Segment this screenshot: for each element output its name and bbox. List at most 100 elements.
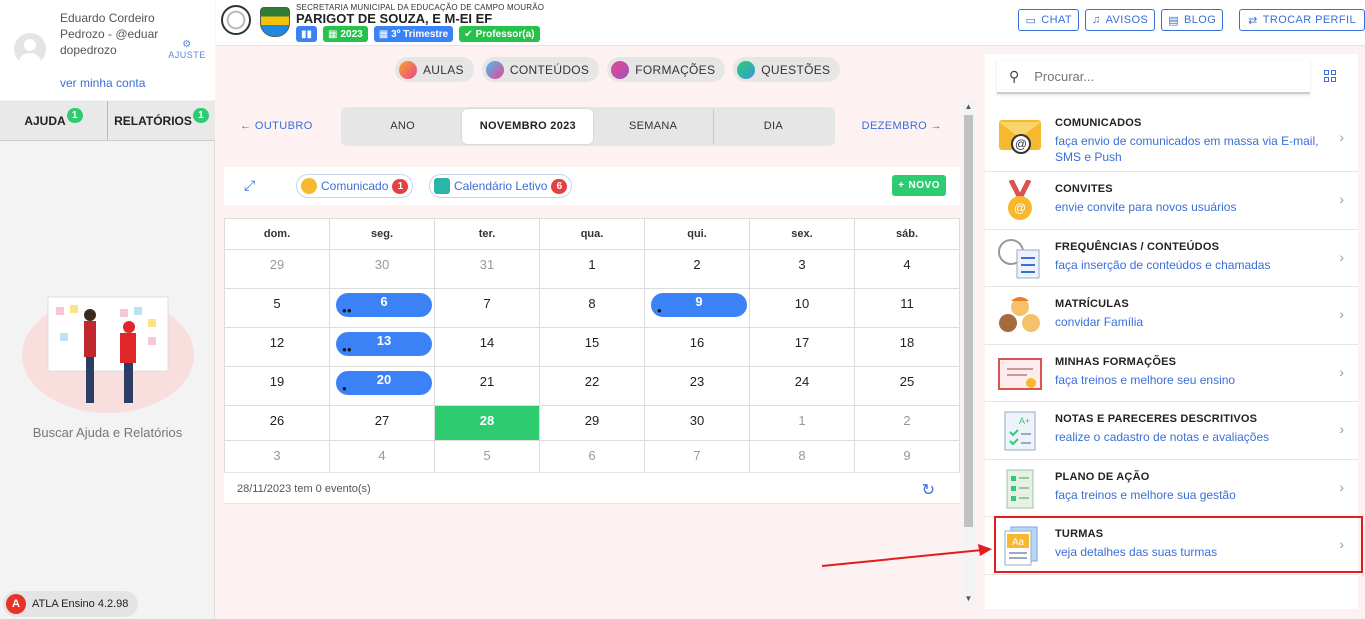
- menu-item-frequencias[interactable]: FREQUÊNCIAS / CONTEÚDOS faça inserção de…: [985, 230, 1358, 287]
- avisos-button[interactable]: ♫ AVISOS: [1084, 9, 1156, 31]
- day-number: 9: [695, 294, 703, 309]
- chevron-right-icon: ›: [1339, 248, 1344, 265]
- menu-item-title: COMUNICADOS: [1055, 117, 1142, 129]
- day-cell[interactable]: 10: [749, 288, 855, 328]
- today-cell[interactable]: 28: [434, 405, 540, 441]
- day-cell[interactable]: 4: [854, 249, 960, 289]
- expand-icon[interactable]: ⤢: [244, 177, 260, 193]
- menu-item-notas[interactable]: A+ NOTAS E PARECERES DESCRITIVOS realize…: [985, 402, 1358, 460]
- menu-item-plano-acao[interactable]: PLANO DE AÇÃO faça treinos e melhore sua…: [985, 460, 1358, 517]
- view-semana[interactable]: SEMANA: [593, 109, 712, 144]
- certificate-icon: [998, 357, 1042, 390]
- day-cell[interactable]: 29: [224, 249, 330, 289]
- role-badge[interactable]: ✔ Professor(a): [459, 26, 540, 42]
- view-dia[interactable]: DIA: [712, 109, 833, 144]
- term-badge[interactable]: ▦ 3º Trimestre: [373, 26, 454, 42]
- settings-button[interactable]: ⚙ AJUSTE: [165, 40, 209, 61]
- day-cell-event[interactable]: 20 ●: [329, 366, 435, 406]
- avatar[interactable]: [14, 33, 46, 65]
- day-cell[interactable]: 17: [749, 327, 855, 367]
- day-cell[interactable]: 8: [749, 440, 855, 475]
- pill-aulas[interactable]: AULAS: [395, 57, 474, 82]
- day-cell[interactable]: 8: [539, 288, 645, 328]
- grid-view-icon[interactable]: [1324, 70, 1336, 82]
- search-input[interactable]: [1034, 68, 1275, 84]
- day-cell[interactable]: 3: [224, 440, 330, 475]
- day-cell[interactable]: 31: [434, 249, 540, 289]
- week-row: 12 13 ●● 14 15 16 17 18: [224, 327, 960, 367]
- tab-relatorios[interactable]: RELATÓRIOS 1: [107, 101, 215, 140]
- menu-item-comunicados[interactable]: @ COMUNICADOS faça envio de comunicados …: [985, 106, 1358, 172]
- day-cell[interactable]: 21: [434, 366, 540, 406]
- trocar-perfil-button[interactable]: ⇄ TROCAR PERFIL: [1239, 9, 1365, 31]
- day-cell[interactable]: 25: [854, 366, 960, 406]
- event-day[interactable]: 20 ●: [336, 371, 432, 395]
- pill-formacoes[interactable]: FORMAÇÕES: [607, 57, 726, 82]
- day-cell[interactable]: 19: [224, 366, 330, 406]
- day-cell[interactable]: 29: [539, 405, 645, 441]
- day-cell[interactable]: 26: [224, 405, 330, 441]
- help-text: Buscar Ajuda e Relatórios: [32, 425, 183, 440]
- scroll-up-icon[interactable]: ▲: [964, 102, 973, 111]
- day-cell[interactable]: 6: [539, 440, 645, 475]
- day-cell-event[interactable]: 13 ●●: [329, 327, 435, 367]
- chat-button[interactable]: ▭ CHAT: [1018, 9, 1079, 31]
- day-cell[interactable]: 27: [329, 405, 435, 441]
- year-badge[interactable]: ▦ 2023: [323, 26, 368, 42]
- day-cell-event[interactable]: 9 ●: [644, 288, 750, 328]
- new-event-button[interactable]: + NOVO: [892, 175, 946, 196]
- day-cell[interactable]: 7: [644, 440, 750, 475]
- trocar-perfil-label: TROCAR PERFIL: [1262, 14, 1356, 26]
- next-month-label: DEZEMBRO: [861, 120, 928, 132]
- tab-ajuda[interactable]: AJUDA 1: [0, 101, 107, 140]
- day-cell[interactable]: 3: [749, 249, 855, 289]
- checklist-clock-icon: [998, 238, 1040, 278]
- day-cell[interactable]: 2: [854, 405, 960, 441]
- event-day[interactable]: 6 ●●: [336, 293, 432, 317]
- day-cell[interactable]: 30: [644, 405, 750, 441]
- day-cell[interactable]: 30: [329, 249, 435, 289]
- event-day[interactable]: 13 ●●: [336, 332, 432, 356]
- chip-calendario-letivo[interactable]: Calendário Letivo 6: [429, 174, 573, 198]
- day-cell[interactable]: 15: [539, 327, 645, 367]
- view-ano[interactable]: ANO: [343, 109, 462, 144]
- menu-item-desc: faça treinos e melhore sua gestão: [1055, 487, 1236, 502]
- version-badge[interactable]: A ATLA Ensino 4.2.98: [3, 591, 139, 617]
- day-cell[interactable]: 23: [644, 366, 750, 406]
- day-cell[interactable]: 18: [854, 327, 960, 367]
- view-account-link[interactable]: ver minha conta: [60, 76, 145, 90]
- menu-item-convites[interactable]: @ CONVITES envie convite para novos usuá…: [985, 172, 1358, 230]
- stats-badge[interactable]: ▮▮: [296, 26, 318, 42]
- refresh-icon[interactable]: ↻: [922, 480, 935, 500]
- day-cell[interactable]: 5: [224, 288, 330, 328]
- chip-comunicado[interactable]: Comunicado 1: [296, 174, 414, 198]
- day-cell[interactable]: 7: [434, 288, 540, 328]
- day-cell[interactable]: 9: [854, 440, 960, 475]
- next-month-button[interactable]: DEZEMBRO →: [862, 120, 942, 132]
- day-cell[interactable]: 11: [854, 288, 960, 328]
- day-cell[interactable]: 12: [224, 327, 330, 367]
- day-cell[interactable]: 4: [329, 440, 435, 475]
- scroll-down-icon[interactable]: ▼: [964, 594, 973, 603]
- pill-questoes[interactable]: QUESTÕES: [733, 57, 841, 82]
- menu-item-formacoes[interactable]: MINHAS FORMAÇÕES faça treinos e melhore …: [985, 345, 1358, 402]
- version-label: ATLA Ensino 4.2.98: [32, 598, 129, 610]
- scroll-thumb[interactable]: [964, 115, 973, 527]
- calendar-scrollbar[interactable]: ▲ ▼: [962, 100, 975, 605]
- day-cell[interactable]: 22: [539, 366, 645, 406]
- view-month[interactable]: NOVEMBRO 2023: [462, 109, 594, 144]
- blog-button[interactable]: ▤ BLOG: [1161, 9, 1224, 31]
- day-cell[interactable]: 1: [749, 405, 855, 441]
- day-cell[interactable]: 24: [749, 366, 855, 406]
- family-icon: [999, 297, 1040, 332]
- menu-item-matriculas[interactable]: MATRÍCULAS convidar Família ›: [985, 287, 1358, 345]
- day-cell[interactable]: 1: [539, 249, 645, 289]
- day-cell[interactable]: 5: [434, 440, 540, 475]
- day-cell[interactable]: 16: [644, 327, 750, 367]
- day-cell-event[interactable]: 6 ●●: [329, 288, 435, 328]
- event-day[interactable]: 9 ●: [651, 293, 747, 317]
- day-cell[interactable]: 14: [434, 327, 540, 367]
- prev-month-button[interactable]: ← OUTUBRO: [240, 120, 313, 132]
- pill-conteudos[interactable]: CONTEÚDOS: [481, 57, 600, 82]
- day-cell[interactable]: 2: [644, 249, 750, 289]
